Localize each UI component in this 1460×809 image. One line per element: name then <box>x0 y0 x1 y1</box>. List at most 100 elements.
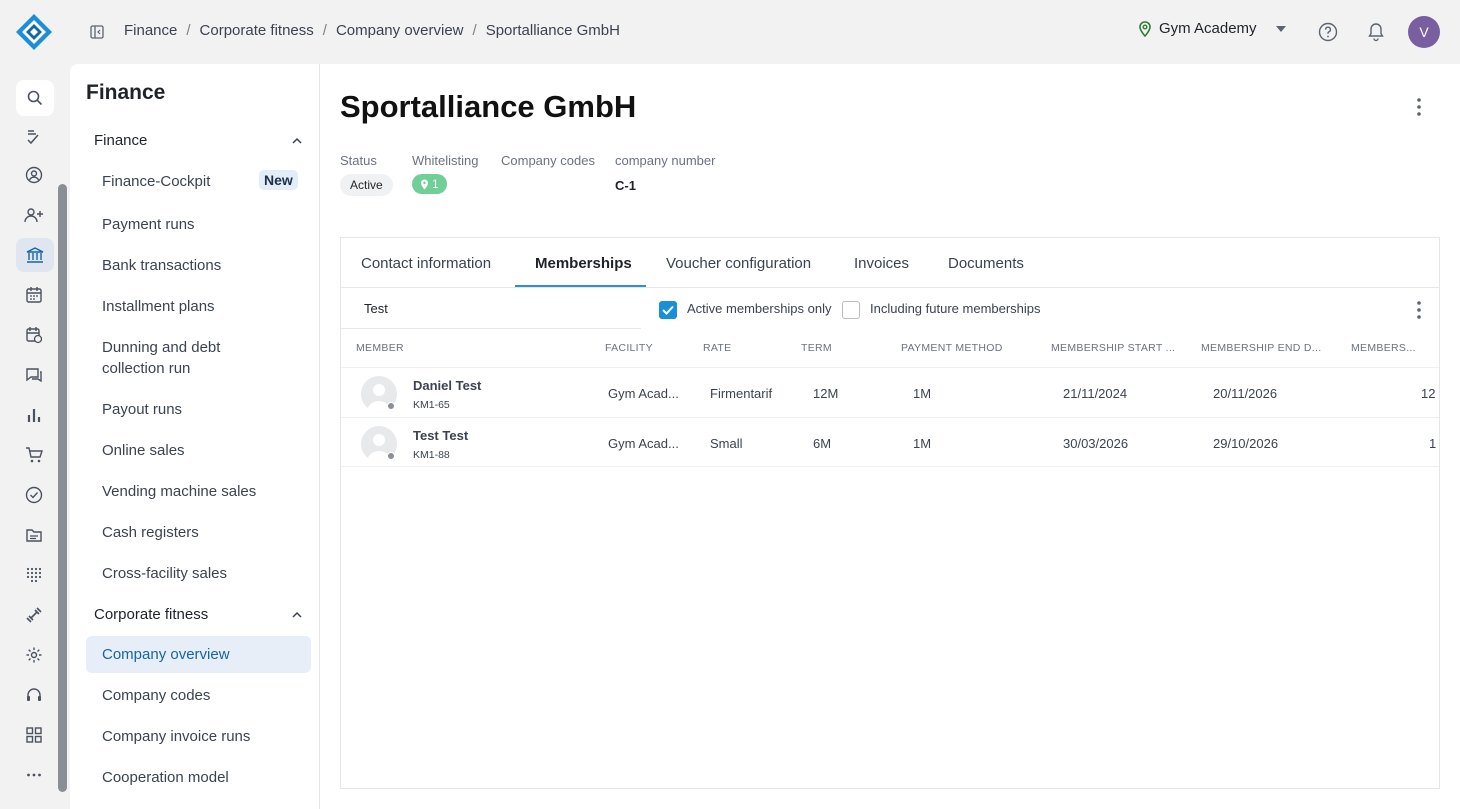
member-name[interactable]: Test Test <box>413 428 468 443</box>
column-header-membership-end[interactable]: MEMBERSHIP END D... <box>1201 342 1321 354</box>
column-header-member[interactable]: MEMBER <box>356 342 404 354</box>
page-title: Sportalliance GmbH <box>340 89 637 124</box>
member-name[interactable]: Daniel Test <box>413 378 481 393</box>
user-avatar[interactable]: V <box>1408 16 1440 48</box>
main-content: Sportalliance GmbH Status Whitelisting C… <box>320 64 1460 809</box>
sidebar-item-online-sales[interactable]: Online sales <box>102 440 302 461</box>
details-panel: Contact information Memberships Voucher … <box>340 237 1440 789</box>
more-horizontal-icon[interactable] <box>24 765 44 785</box>
cell-membership-start: 21/11/2024 <box>1063 386 1128 401</box>
breadcrumb-corporate-fitness[interactable]: Corporate fitness <box>200 22 314 39</box>
section-finance-header[interactable]: Finance <box>94 132 302 149</box>
sidebar-item-cooperation-model[interactable]: Cooperation model <box>102 767 302 788</box>
breadcrumb-finance[interactable]: Finance <box>124 22 177 39</box>
cell-membership-start: 30/03/2026 <box>1063 436 1129 451</box>
cell-term: 6M <box>813 436 832 451</box>
member-id: KM1-88 <box>413 449 450 461</box>
rail-scrollbar[interactable] <box>58 184 67 792</box>
sidebar-item-bank-transactions[interactable]: Bank transactions <box>102 255 302 276</box>
sidebar-item-cross-facility-sales[interactable]: Cross-facility sales <box>102 563 302 584</box>
sidebar-item-company-overview[interactable]: Company overview <box>86 636 311 673</box>
future-memberships-label[interactable]: Including future memberships <box>870 301 1041 316</box>
sidebar-item-installment-plans[interactable]: Installment plans <box>102 296 302 317</box>
company-number-value: C-1 <box>615 178 636 193</box>
calendar-icon[interactable] <box>24 285 44 305</box>
icon-rail <box>0 64 70 809</box>
table-row[interactable]: Daniel Test KM1-65 Gym Acad... Firmentar… <box>341 367 1439 417</box>
add-users-icon[interactable] <box>24 205 44 225</box>
apps-grid-icon[interactable] <box>24 725 44 745</box>
cell-members: 1 <box>1429 436 1437 451</box>
breadcrumb: Finance / Corporate fitness / Company ov… <box>124 22 620 39</box>
section-label: Corporate fitness <box>94 606 209 623</box>
analytics-icon[interactable] <box>24 405 44 425</box>
sidebar-item-company-codes[interactable]: Company codes <box>102 685 302 706</box>
studio-selector[interactable]: Gym Academy <box>1138 20 1286 37</box>
column-header-facility[interactable]: FACILITY <box>605 342 653 354</box>
studio-name: Gym Academy <box>1159 20 1257 37</box>
checkmark-icon <box>662 305 674 315</box>
top-bar: Finance / Corporate fitness / Company ov… <box>0 0 1460 64</box>
column-header-term[interactable]: TERM <box>801 342 832 354</box>
cell-members: 12 <box>1421 386 1436 401</box>
future-memberships-checkbox[interactable] <box>842 301 860 319</box>
active-tab-indicator <box>515 285 646 287</box>
whitelisting-count: 1 <box>432 177 439 191</box>
folder-icon[interactable] <box>24 525 44 545</box>
company-codes-label: Company codes <box>501 153 595 168</box>
secondary-sidebar: Finance Finance Finance-Cockpit New Paym… <box>70 64 320 809</box>
member-icon[interactable] <box>24 165 44 185</box>
notification-bell-icon[interactable] <box>1367 22 1385 42</box>
tab-documents[interactable]: Documents <box>948 255 1024 272</box>
tab-bar: Contact information Memberships Voucher … <box>341 238 1439 288</box>
member-search-input[interactable]: Test <box>364 301 388 316</box>
search-icon <box>27 90 43 106</box>
breadcrumb-company-overview[interactable]: Company overview <box>336 22 464 39</box>
cell-membership-end: 20/11/2026 <box>1213 386 1278 401</box>
tab-contact-information[interactable]: Contact information <box>361 255 491 272</box>
help-icon[interactable] <box>1318 22 1338 42</box>
search-underline <box>341 328 641 329</box>
checklist-icon[interactable] <box>24 127 44 147</box>
sidebar-item-cash-registers[interactable]: Cash registers <box>102 522 302 543</box>
calendar-clock-icon[interactable] <box>24 325 44 345</box>
cart-icon[interactable] <box>24 445 44 465</box>
status-dot <box>387 452 395 460</box>
table-row[interactable]: Test Test KM1-88 Gym Acad... Small 6M 1M… <box>341 417 1439 467</box>
column-header-rate[interactable]: RATE <box>703 342 731 354</box>
column-header-payment-method[interactable]: PAYMENT METHOD <box>901 342 1003 354</box>
tab-invoices[interactable]: Invoices <box>854 255 909 272</box>
sidebar-item-payment-runs[interactable]: Payment runs <box>102 214 302 235</box>
cell-payment-method: 1M <box>913 386 932 401</box>
check-circle-icon[interactable] <box>24 485 44 505</box>
tab-memberships[interactable]: Memberships <box>535 255 632 272</box>
app-logo-icon[interactable] <box>15 13 53 51</box>
section-corporate-header[interactable]: Corporate fitness <box>94 606 302 623</box>
column-header-membership-start[interactable]: MEMBERSHIP START ... <box>1051 342 1175 354</box>
location-pin-icon <box>421 179 428 189</box>
status-dot <box>387 402 395 410</box>
sidebar-toggle-icon[interactable] <box>90 25 104 39</box>
company-number-label: company number <box>615 153 716 168</box>
sidebar-item-company-invoice-runs[interactable]: Company invoice runs <box>102 726 302 747</box>
active-memberships-checkbox[interactable] <box>659 301 677 319</box>
sidebar-item-dunning[interactable]: Dunning and debt collection run <box>102 337 252 379</box>
cell-payment-method: 1M <box>913 436 932 451</box>
bank-icon[interactable] <box>16 238 54 272</box>
table-options-icon[interactable] <box>1416 300 1422 320</box>
support-headset-icon[interactable] <box>24 685 44 705</box>
chevron-up-icon <box>292 137 302 144</box>
dots-grid-icon[interactable] <box>24 565 44 585</box>
sidebar-item-payout-runs[interactable]: Payout runs <box>102 399 302 420</box>
breadcrumb-separator: / <box>472 22 477 39</box>
column-header-members[interactable]: MEMBERS... <box>1351 342 1416 354</box>
chat-icon[interactable] <box>24 365 44 385</box>
dumbbell-icon[interactable] <box>24 605 44 625</box>
sidebar-item-vending-machine-sales[interactable]: Vending machine sales <box>102 481 302 502</box>
more-vertical-icon[interactable] <box>1416 97 1422 117</box>
active-memberships-label[interactable]: Active memberships only <box>687 301 832 316</box>
search-button[interactable] <box>16 80 54 116</box>
gear-icon[interactable] <box>24 645 44 665</box>
whitelisting-badge[interactable]: 1 <box>412 174 447 194</box>
tab-voucher-configuration[interactable]: Voucher configuration <box>666 255 811 272</box>
